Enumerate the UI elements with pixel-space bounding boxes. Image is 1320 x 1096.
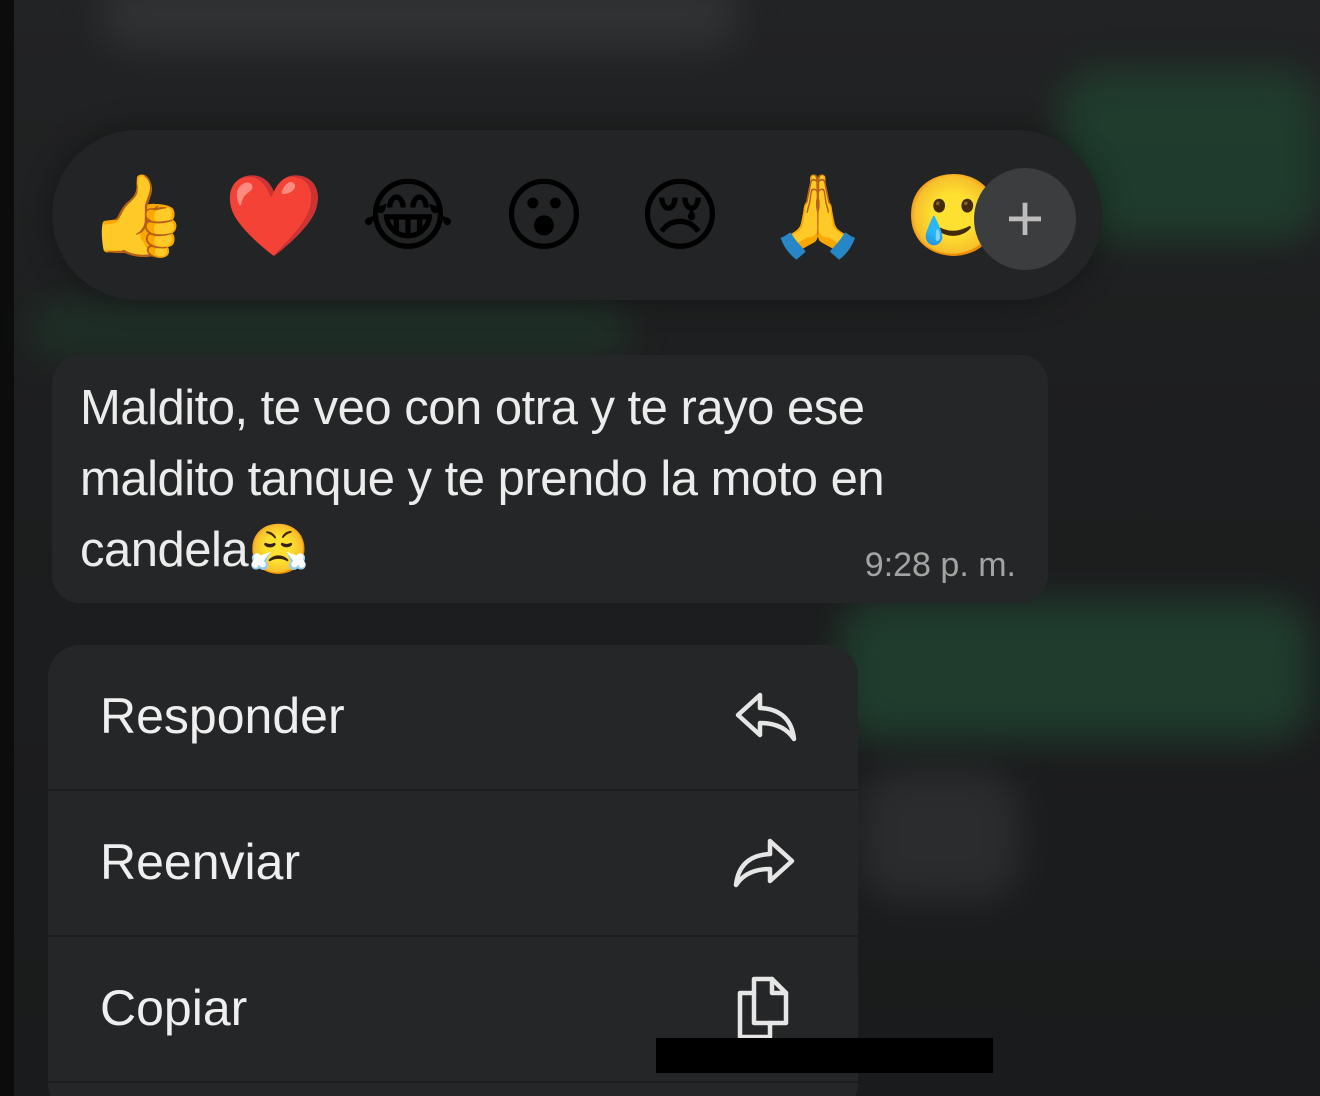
forward-icon xyxy=(730,827,800,897)
blurred-background-gray xyxy=(860,770,1020,900)
menu-item-reply[interactable]: Responder xyxy=(48,645,858,791)
menu-item-forward[interactable]: Reenviar xyxy=(48,791,858,937)
reaction-red-heart[interactable]: ❤️ xyxy=(224,168,324,264)
reaction-tears-of-joy[interactable]: 😂 xyxy=(360,168,456,264)
blurred-background-green-mid xyxy=(30,300,630,360)
reaction-crying-face[interactable]: 😢 xyxy=(632,168,728,264)
plus-icon: + xyxy=(1005,181,1045,255)
menu-item-label: Copiar xyxy=(100,980,248,1036)
menu-item-label: Reenviar xyxy=(100,834,301,890)
reaction-thumbs-up[interactable]: 👍 xyxy=(88,168,188,264)
redaction-bar xyxy=(656,1038,993,1073)
blurred-background-top xyxy=(100,0,740,50)
reaction-bar: 👍 ❤️ 😂 😮 😢 🙏 🥲 + xyxy=(52,130,1102,300)
reaction-folded-hands[interactable]: 🙏 xyxy=(768,168,868,264)
reaction-open-mouth[interactable]: 😮 xyxy=(496,168,592,264)
blurred-background-green-bottom xyxy=(840,600,1310,740)
menu-item-label: Responder xyxy=(100,688,345,744)
context-menu: Responder Reenviar Copiar xyxy=(48,645,858,1096)
message-bubble[interactable]: Maldito, te veo con otra y te rayo ese m… xyxy=(52,355,1048,603)
more-reactions-button[interactable]: + xyxy=(974,168,1076,270)
message-timestamp: 9:28 p. m. xyxy=(864,546,1016,584)
reply-icon xyxy=(730,681,800,751)
screen: 👍 ❤️ 😂 😮 😢 🙏 🥲 + Maldito, te veo con otr… xyxy=(0,0,1320,1096)
copy-icon xyxy=(730,973,800,1043)
left-edge xyxy=(0,0,14,1096)
